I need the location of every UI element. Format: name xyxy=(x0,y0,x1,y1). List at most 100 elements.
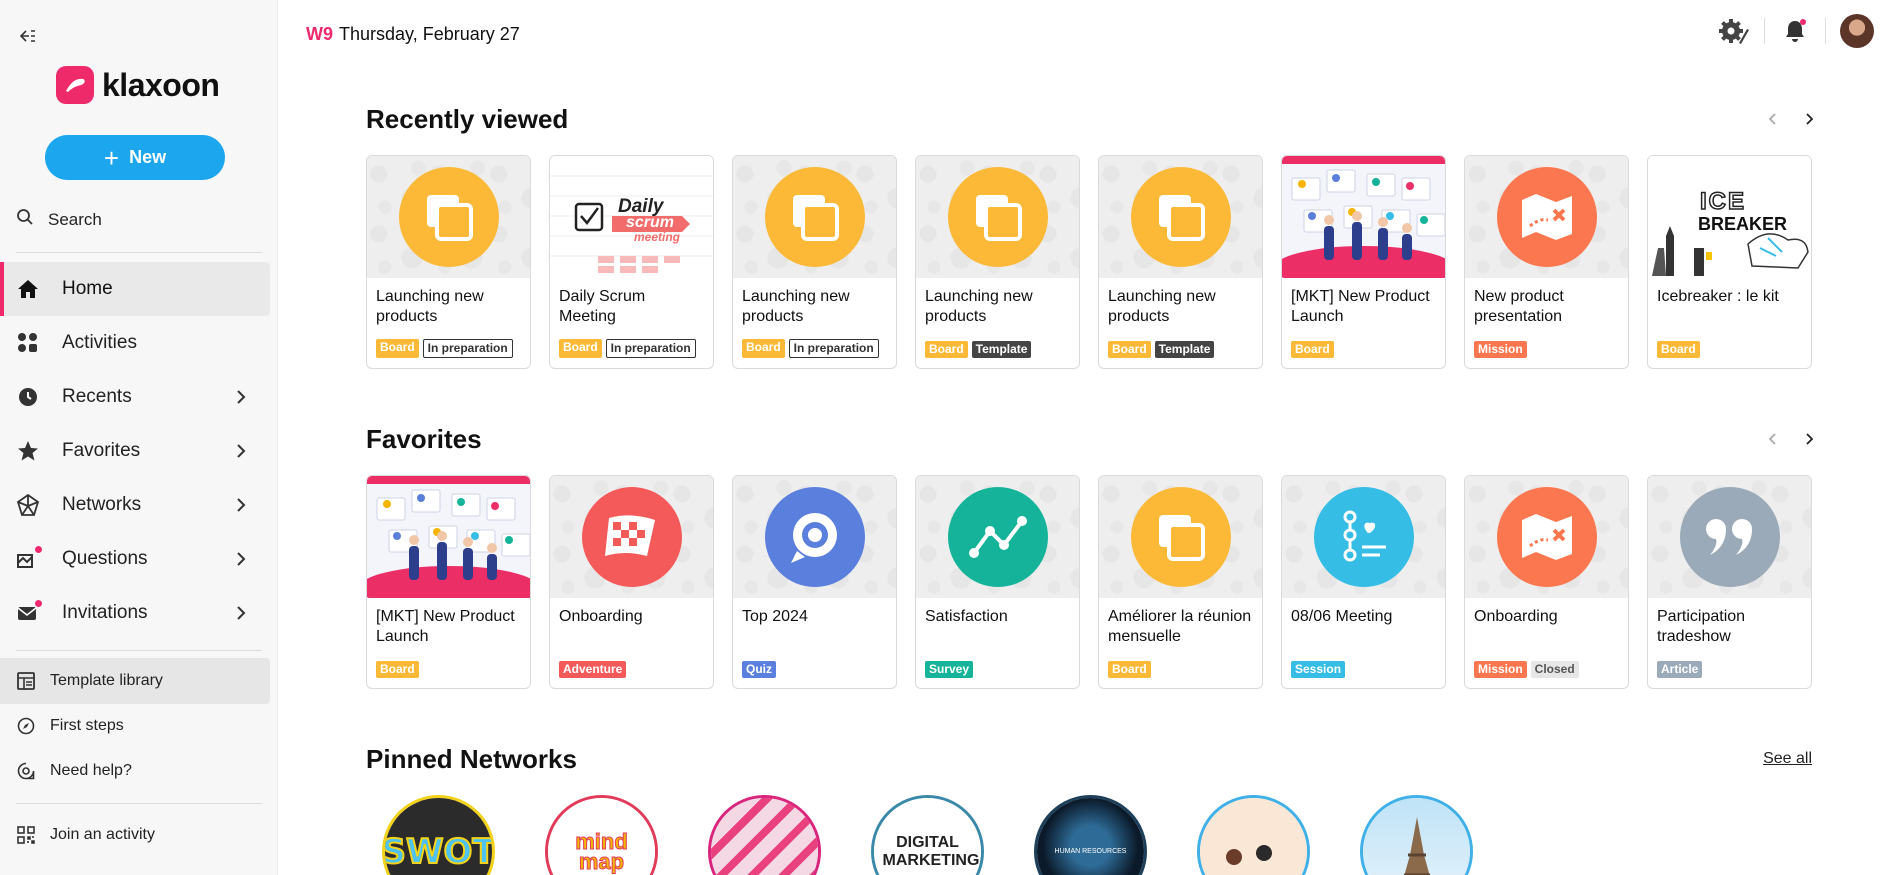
sidebar-item-questions[interactable]: Questions xyxy=(0,532,270,586)
chevron-right-icon[interactable] xyxy=(232,388,250,406)
search-label: Search xyxy=(48,209,102,229)
chevron-left-icon[interactable] xyxy=(1766,112,1780,126)
network-icon xyxy=(16,493,40,517)
quiz-icon xyxy=(764,487,865,587)
sidebar-item-label: Template library xyxy=(50,672,163,689)
activity-card[interactable]: [MKT] New Product Launch Board xyxy=(366,475,531,689)
card-badges: Article xyxy=(1657,661,1703,678)
card-title: Icebreaker : le kit xyxy=(1657,288,1779,305)
sidebar-item-first-steps[interactable]: First steps xyxy=(0,703,270,749)
card-thumbnail xyxy=(1099,476,1262,598)
product-launch-thumbnail xyxy=(367,476,530,598)
chevron-right-icon[interactable] xyxy=(232,442,250,460)
sidebar-item-recents[interactable]: Recents xyxy=(0,370,270,424)
sidebar-item-label: Recents xyxy=(62,386,132,407)
card-badges: Session xyxy=(1291,661,1346,678)
thumb-text: BREAKER xyxy=(1698,214,1788,234)
chevron-right-icon[interactable] xyxy=(232,496,250,514)
activity-card[interactable]: [MKT] New Product Launch Board xyxy=(1281,155,1446,369)
sidebar-item-favorites[interactable]: Favorites xyxy=(0,424,270,478)
card-badges: Board xyxy=(376,661,419,678)
activity-card[interactable]: Top 2024 Quiz xyxy=(732,475,897,689)
sidebar-item-label: Invitations xyxy=(62,602,148,623)
card-badges: Adventure xyxy=(559,661,627,678)
join-activity-button[interactable]: Join an activity xyxy=(0,812,270,858)
clock-icon xyxy=(16,385,40,409)
card-thumbnail: Daily scrum meeting xyxy=(550,156,713,278)
sidebar: klaxoon + New Search Home Activities Rec… xyxy=(0,0,278,875)
checkered-flag-icon xyxy=(581,487,682,587)
activity-card[interactable]: Launching new products Board In preparati… xyxy=(732,155,897,369)
board-icon xyxy=(764,167,865,267)
card-thumbnail xyxy=(1465,156,1628,278)
collapse-sidebar-icon[interactable] xyxy=(18,26,38,46)
quote-icon xyxy=(1679,487,1780,587)
network-team-network[interactable] xyxy=(1197,795,1310,875)
activity-card[interactable]: Onboarding Adventure xyxy=(549,475,714,689)
card-title: Satisfaction xyxy=(925,608,1008,625)
brand-logo[interactable]: klaxoon xyxy=(56,66,220,104)
card-thumbnail xyxy=(1282,476,1445,598)
activity-card[interactable]: Satisfaction Survey xyxy=(915,475,1080,689)
favorites-title: Favorites xyxy=(366,424,482,454)
sidebar-item-need-help[interactable]: Need help? xyxy=(0,748,270,794)
activity-card[interactable]: Onboarding Mission Closed xyxy=(1464,475,1629,689)
notifications-icon[interactable] xyxy=(1779,15,1811,47)
top-bar-actions xyxy=(1718,14,1874,48)
toolbar-divider xyxy=(1764,18,1765,44)
type-badge: Board xyxy=(742,339,785,358)
activity-card[interactable]: New product presentation Mission xyxy=(1464,155,1629,369)
activity-card[interactable]: Launching new products Board In preparati… xyxy=(366,155,531,369)
network-digital-marketing[interactable]: DIGITAL MARKETING xyxy=(871,795,984,875)
type-badge: Board xyxy=(376,661,419,678)
chevron-right-icon[interactable] xyxy=(1802,432,1816,446)
toolbar-divider xyxy=(1825,18,1826,44)
type-badge: Article xyxy=(1657,661,1703,678)
network-pink-network[interactable] xyxy=(708,795,821,875)
network-human-resources[interactable]: HUMAN RESOURCES xyxy=(1034,795,1147,875)
type-badge: Board xyxy=(376,339,419,358)
type-badge: Board xyxy=(1291,341,1334,358)
sidebar-item-label: Networks xyxy=(62,494,142,515)
activity-card[interactable]: Améliorer la réunion mensuelle Board xyxy=(1098,475,1263,689)
chevron-left-icon[interactable] xyxy=(1766,432,1780,446)
sidebar-item-label: Favorites xyxy=(62,440,141,461)
sidebar-item-activities[interactable]: Activities xyxy=(0,316,270,370)
card-badges: Board xyxy=(1657,341,1700,358)
card-thumbnail xyxy=(550,476,713,598)
activity-card[interactable]: Launching new products Board Template xyxy=(1098,155,1263,369)
sidebar-item-networks[interactable]: Networks xyxy=(0,478,270,532)
network-paris-network[interactable] xyxy=(1360,795,1473,875)
sidebar-item-invitations[interactable]: Invitations xyxy=(0,586,270,640)
settings-icon[interactable] xyxy=(1718,15,1750,47)
activity-card[interactable]: Launching new products Board Template xyxy=(915,155,1080,369)
recently-viewed-cards: Launching new products Board In preparati… xyxy=(366,155,1812,369)
chevron-right-icon[interactable] xyxy=(232,550,250,568)
sidebar-item-label: Home xyxy=(62,278,113,299)
activity-card[interactable]: Participation tradeshow Article xyxy=(1647,475,1812,689)
activity-card[interactable]: ICE BREAKER Icebreaker : le kit Board xyxy=(1647,155,1812,369)
chevron-right-icon[interactable] xyxy=(232,604,250,622)
activity-card[interactable]: 08/06 Meeting Session xyxy=(1281,475,1446,689)
new-button[interactable]: + New xyxy=(45,135,225,180)
activity-card[interactable]: Daily scrum meeting Daily Scrum Meeting … xyxy=(549,155,714,369)
card-badges: Mission xyxy=(1474,341,1527,358)
card-title: [MKT] New Product Launch xyxy=(376,608,515,645)
status-badge: Template xyxy=(971,341,1032,358)
week-number: W9 xyxy=(306,24,333,44)
chevron-right-icon[interactable] xyxy=(1802,112,1816,126)
see-all-networks-link[interactable]: See all xyxy=(1763,750,1812,768)
card-badges: Quiz xyxy=(742,661,776,678)
sidebar-item-home[interactable]: Home xyxy=(0,262,270,316)
sidebar-item-template-library[interactable]: Template library xyxy=(0,658,270,704)
star-icon xyxy=(16,439,40,463)
network-mind-map[interactable]: mind map xyxy=(545,795,658,875)
help-icon xyxy=(16,761,36,781)
network-swot[interactable]: SWOT xyxy=(382,795,495,875)
product-launch-thumbnail xyxy=(1282,156,1445,278)
user-avatar[interactable] xyxy=(1840,14,1874,48)
type-badge: Quiz xyxy=(742,661,776,678)
compass-icon xyxy=(16,716,36,736)
search-button[interactable]: Search xyxy=(16,208,102,231)
sidebar-item-label: First steps xyxy=(50,717,124,734)
